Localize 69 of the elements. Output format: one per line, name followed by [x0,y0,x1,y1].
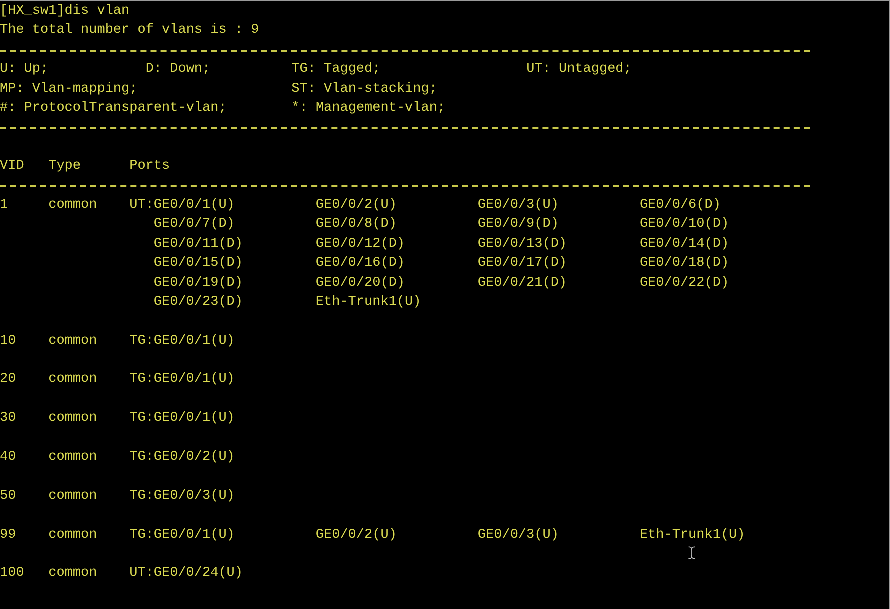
port-mode-label: UT: [130,566,154,582]
port-mode-label: TG: [130,372,154,388]
port-mode-label: TG: [130,450,154,466]
column-header: Type [48,159,81,174]
port-mode-label: UT: [130,198,154,213]
port-entry: GE0/0/12(D) [316,236,406,252]
port-mode-label: TG: [130,334,154,349]
port-entry: GE0/0/8(D) [316,217,397,232]
legend-entry: *: Management-vlan; [292,100,446,116]
vid-cell: 10 [0,334,16,349]
vid-cell: 40 [0,450,16,466]
port-entry: GE0/0/16(D) [316,256,406,272]
vlan-count-text: The total number of vlans is : 9 [0,22,260,40]
port-entry: GE0/0/14(D) [640,236,730,252]
port-entry: GE0/0/1(U) [154,334,235,349]
vid-cell: 99 [0,528,16,543]
vid-cell: 20 [0,372,16,388]
port-entry: GE0/0/10(D) [640,217,730,232]
port-entry: GE0/0/1(U) [154,372,235,388]
port-entry: Eth-Trunk1(U) [640,528,746,543]
type-cell: common [48,198,98,213]
type-cell: common [48,372,98,388]
port-entry: Eth-Trunk1(U) [316,294,422,310]
port-entry: GE0/0/3(U) [478,528,559,543]
type-cell: common [48,334,98,349]
type-cell: common [48,411,98,426]
vid-cell: 1 [0,198,8,213]
legend-entry: UT: Untagged; [526,62,632,78]
port-entry: GE0/0/17(D) [478,256,568,272]
port-entry: GE0/0/21(D) [478,276,568,290]
legend-entry: D: Down; [146,62,211,78]
port-entry: GE0/0/11(D) [154,236,244,252]
vid-cell: 100 [0,566,24,582]
port-entry: GE0/0/24(U) [154,566,244,582]
port-entry: GE0/0/20(D) [316,276,406,290]
port-entry: GE0/0/13(D) [478,236,568,252]
port-entry: GE0/0/1(U) [154,198,235,213]
port-entry: GE0/0/9(D) [478,217,559,232]
port-entry: GE0/0/18(D) [640,256,730,272]
legend-entry: #: ProtocolTransparent-vlan; [0,100,227,116]
column-header: Ports [130,159,170,174]
legend-entry: TG: Tagged; [292,62,381,78]
port-entry: GE0/0/2(U) [316,528,397,543]
port-entry: GE0/0/2(U) [154,450,235,466]
type-cell: common [48,450,98,466]
port-entry: GE0/0/6(D) [640,198,721,213]
legend-entry: U: Up; [0,62,49,78]
port-entry: GE0/0/23(D) [154,294,244,310]
column-header: VID [0,159,24,174]
legend-entry: MP: Vlan-mapping; [0,82,138,97]
port-mode-label: TG: [130,411,154,426]
port-entry: GE0/0/22(D) [640,276,730,290]
port-entry: GE0/0/15(D) [154,256,244,272]
port-entry: GE0/0/2(U) [316,198,397,213]
port-entry: GE0/0/7(D) [154,217,235,232]
port-entry: GE0/0/19(D) [154,276,244,290]
type-cell: common [48,528,98,543]
type-cell: common [48,566,98,582]
port-entry: GE0/0/3(U) [154,488,235,504]
port-mode-label: TG: [130,488,154,504]
vid-cell: 50 [0,488,16,504]
legend-entry: ST: Vlan-stacking; [292,82,438,97]
port-entry: GE0/0/3(U) [478,198,559,213]
vid-cell: 30 [0,411,16,426]
port-mode-label: TG: [130,528,154,543]
port-entry: GE0/0/1(U) [154,411,235,426]
port-entry: GE0/0/1(U) [154,528,235,543]
type-cell: common [48,488,98,504]
command-line: [HX_sw1]dis vlan [0,3,130,21]
